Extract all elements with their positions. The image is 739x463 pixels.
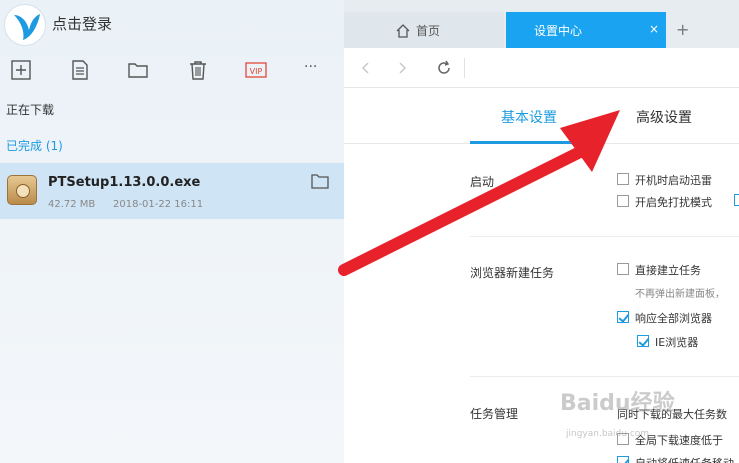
open-folder-icon[interactable] (311, 173, 329, 189)
forward-icon[interactable] (394, 60, 410, 76)
watermark-logo: Baidu经验 (560, 391, 675, 416)
file-list-item[interactable]: PTSetup1.13.0.0.exe 42.72 MB 2018-01-22 … (0, 163, 344, 219)
info-icon[interactable] (734, 194, 739, 206)
checkbox-respond-all-browsers[interactable] (617, 311, 629, 323)
watermark-url: jingyan.baidu.com (566, 429, 650, 439)
tab-basic-settings[interactable]: 基本设置 (501, 107, 557, 127)
option-ie-browser[interactable]: IE浏览器 (655, 334, 698, 350)
nav-bar (344, 48, 739, 88)
downloading-section[interactable]: 正在下载 (6, 101, 54, 118)
close-tab-icon[interactable]: × (649, 22, 659, 36)
more-icon[interactable]: ··· (304, 59, 328, 83)
settings-tabs: 基本设置 高级设置 (344, 88, 739, 144)
checkbox-auto-move[interactable] (617, 456, 629, 463)
home-icon (396, 23, 410, 38)
group-browser-label: 浏览器新建任务 (470, 266, 555, 280)
document-icon[interactable] (68, 58, 92, 82)
login-link[interactable]: 点击登录 (52, 13, 112, 34)
file-name: PTSetup1.13.0.0.exe (48, 175, 201, 190)
completed-section[interactable]: 已完成 (1) (6, 137, 63, 154)
nav-divider (464, 58, 465, 78)
folder-icon[interactable] (126, 58, 150, 82)
svg-text:VIP: VIP (250, 67, 263, 76)
exe-file-icon (7, 175, 37, 205)
checkbox-do-not-disturb[interactable] (617, 195, 629, 207)
right-panel: 首页 设置中心 × + 基本设置 高级设置 启动 开机时启动迅雷 开启免打扰模式… (344, 0, 739, 463)
file-date: 2018-01-22 16:11 (113, 199, 204, 210)
checkbox-auto-start[interactable] (617, 173, 629, 185)
checkbox-direct-task[interactable] (617, 263, 629, 275)
file-size: 42.72 MB (48, 199, 96, 210)
vip-icon[interactable]: VIP (244, 58, 268, 82)
tab-bar: 首页 设置中心 × + (344, 0, 739, 48)
option-respond-all-browsers[interactable]: 响应全部浏览器 (635, 310, 712, 326)
tab-advanced-settings[interactable]: 高级设置 (636, 107, 692, 127)
checkbox-ie-browser[interactable] (637, 335, 649, 347)
download-toolbar: VIP ··· (0, 52, 344, 88)
login-area[interactable]: 点击登录 (0, 0, 344, 48)
option-auto-move[interactable]: 自动将低速任务移动 (635, 455, 734, 463)
trash-icon[interactable] (186, 58, 210, 82)
tab-home-label: 首页 (416, 24, 441, 38)
active-tab-indicator (470, 141, 600, 144)
back-icon[interactable] (358, 60, 374, 76)
refresh-icon[interactable] (436, 60, 452, 76)
tab-home[interactable]: 首页 (344, 12, 504, 48)
add-tab-button[interactable]: + (676, 20, 689, 39)
tab-settings[interactable]: 设置中心 × (506, 12, 666, 48)
direct-task-hint: 不再弹出新建面板， (635, 289, 725, 300)
option-direct-task[interactable]: 直接建立任务 (635, 262, 701, 278)
option-do-not-disturb[interactable]: 开启免打扰模式 (635, 194, 712, 210)
group-startup-label: 启动 (470, 175, 495, 189)
tab-settings-label: 设置中心 (534, 24, 583, 38)
option-auto-start[interactable]: 开机时启动迅雷 (635, 172, 712, 188)
thunder-logo-icon[interactable] (4, 4, 46, 46)
group-task-label: 任务管理 (470, 407, 519, 421)
new-task-icon[interactable] (9, 58, 33, 82)
divider (470, 376, 739, 377)
left-panel: 点击登录 VIP ··· 正在下载 已完成 (1) PTSetup1.13.0.… (0, 0, 344, 463)
divider (470, 236, 739, 237)
